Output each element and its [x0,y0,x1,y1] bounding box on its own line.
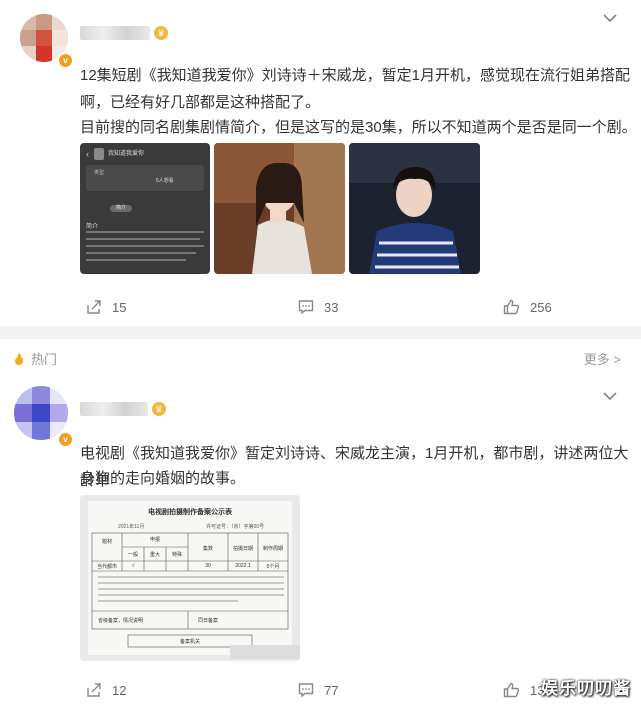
more-link[interactable]: 更多 > [584,349,621,368]
share-icon [87,683,101,697]
table-cell: 2022.1 [235,563,251,569]
watermark-text: 娱乐叨叨酱 [541,679,631,698]
comment-count: 33 [324,299,339,315]
hot-section-label: 热门 [12,349,57,368]
share-count: 12 [112,682,127,698]
share-button[interactable]: 15 [86,292,126,322]
post-text-line: 身狗的走向婚姻的故事。 [80,470,246,487]
table-header: 申报 [149,537,160,543]
info-label: 类型 [94,170,105,176]
table-subheader: 特殊 [171,552,182,558]
post-image-actor[interactable] [349,143,480,274]
table-cell: 当代都市 [96,564,117,570]
verified-badge-icon: v [57,52,74,69]
post-image-document[interactable]: 电视剧拍摄制作备案公示表 2021年11月 许可证号：（京）字第00号 题材 申… [80,495,300,661]
text-line [86,238,200,240]
chevron-down-icon[interactable] [598,6,622,30]
like-button[interactable]: 256 [503,292,552,322]
table-header: 制作周期 [262,546,283,552]
text-line [86,259,186,261]
verified-badge-icon: v [57,431,74,448]
info-box: 类型 5人想看 [86,165,204,191]
comment-button[interactable]: 77 [298,675,338,705]
post-text-line: 12集短剧《我知道我爱你》刘诗诗＋宋威龙，暂定1月开机，感觉现在流行姐弟搭配 [80,67,631,84]
share-icon [87,300,101,314]
document-footer-bottom: 备案机关 [179,639,200,645]
thumbs-up-icon [503,682,520,698]
comment-icon [298,683,314,698]
app-cover-thumb [94,148,104,160]
document-title: 电视剧拍摄制作备案公示表 [148,509,232,516]
share-count: 15 [112,299,127,315]
flame-icon [15,352,23,365]
table-cell: 30 [205,563,211,569]
member-crown-icon: ♛ [152,402,166,416]
back-arrow-icon: ‹ [86,149,89,159]
comment-icon [298,300,314,315]
post-card-1: v ♛ 12集短剧《我知道我爱你》刘诗诗＋宋威龙，暂定1月开机，感觉现在流行姐弟… [0,0,641,326]
blur-patch [230,645,300,659]
chevron-down-icon[interactable] [598,384,622,408]
table-subheader: 重大 [149,552,160,558]
username-blurred[interactable] [80,402,148,416]
share-button[interactable]: 12 [86,675,126,705]
tag-chip: 简介 [110,205,132,212]
table-cell: 5个月 [266,564,280,570]
text-line [86,245,204,247]
like-count: 256 [530,299,552,315]
comment-button[interactable]: 33 [298,292,338,322]
post-actions: 15 33 256 [0,292,641,322]
text-line [86,252,196,254]
table-subheader: 一般 [127,552,138,558]
section-heading: 简介 [86,224,99,230]
table-cell: √ [131,563,135,569]
post-image-actress[interactable] [214,143,345,274]
member-crown-icon: ♛ [154,26,168,40]
post-text-line: 目前搜的同名剧集剧情简介，但是这写的是30集，所以不知道两个是否是同一个剧。 [80,119,637,136]
document-sheet: 电视剧拍摄制作备案公示表 2021年11月 许可证号：（京）字第00号 题材 申… [88,501,292,655]
post-image-app-screenshot[interactable]: ‹ 我知道我爱你 类型 5人想看 简介 简介 [80,143,210,274]
username-blurred[interactable] [80,26,150,40]
thumbs-up-icon [503,299,520,315]
like-button[interactable]: 13 [503,675,544,705]
document-footer-right: 同日备案 [198,618,219,624]
table-header: 题材 [101,539,112,545]
comment-count: 77 [324,682,339,698]
document-license: 许可证号：（京）字第00号 [206,524,265,530]
post-text-line: 啊，已经有好几部都是这种搭配了。 [80,94,321,111]
document-date: 2021年11月 [118,524,145,530]
document-footer-left: 省级备案，情况说明 [98,618,144,624]
info-value: 5人想看 [156,178,174,184]
table-header: 拍摄日期 [232,546,253,552]
table-header: 集数 [202,546,213,552]
text-line [86,231,204,233]
app-title: 我知道我爱你 [108,151,145,157]
hot-label-text: 热门 [31,352,58,367]
